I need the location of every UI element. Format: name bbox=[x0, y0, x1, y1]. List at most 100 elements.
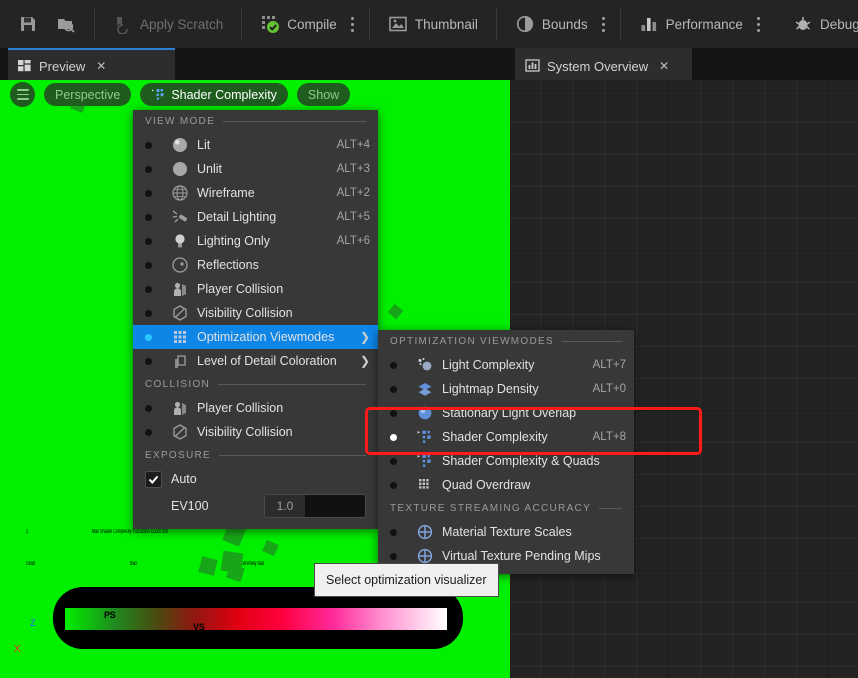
lod-icon-wrap bbox=[171, 352, 197, 370]
menu-item-wireframe[interactable]: Wireframe ALT+2 bbox=[133, 181, 378, 205]
submenu-item-shader-complexity-quads[interactable]: Shader Complexity & Quads bbox=[378, 449, 634, 473]
menu-section-header: OPTIMIZATION VIEWMODES bbox=[378, 330, 634, 353]
save-button[interactable] bbox=[9, 5, 47, 43]
light-complexity-icon-wrap bbox=[416, 356, 442, 374]
menu-section-header: EXPOSURE bbox=[133, 444, 378, 467]
radio-indicator bbox=[390, 552, 416, 560]
auto-exposure-checkbox[interactable] bbox=[145, 470, 171, 488]
menu-section-header: COLLISION bbox=[133, 373, 378, 396]
viewport-shape bbox=[262, 539, 279, 557]
submenu-item-light-complexity[interactable]: Light Complexity ALT+7 bbox=[378, 353, 634, 377]
unlit-sphere-icon bbox=[173, 162, 187, 176]
tab-system-overview-close-icon[interactable]: ✕ bbox=[659, 59, 669, 73]
tab-preview[interactable]: Preview ✕ bbox=[8, 48, 175, 82]
shader-complexity-icon-wrap bbox=[416, 452, 442, 470]
dot bbox=[757, 22, 761, 26]
menu-item-detail-lighting[interactable]: Detail Lighting ALT+5 bbox=[133, 205, 378, 229]
bounds-button[interactable]: Bounds bbox=[506, 5, 597, 43]
menu-item-shortcut: ALT+8 bbox=[592, 431, 626, 443]
menu-item-label: Lit bbox=[197, 138, 211, 152]
toolbar-group-apply: Apply Scratch bbox=[95, 0, 241, 48]
flashlight-icon-wrap bbox=[171, 208, 197, 226]
optimization-grid-icon-wrap bbox=[171, 328, 197, 346]
compile-button[interactable]: Compile bbox=[251, 5, 346, 43]
menu-item-collision-player[interactable]: Player Collision bbox=[133, 396, 378, 420]
bounds-options-button[interactable] bbox=[597, 5, 611, 43]
menu-item-label: Player Collision bbox=[197, 401, 284, 415]
radio-indicator bbox=[145, 428, 171, 436]
reflections-icon-wrap bbox=[171, 256, 197, 274]
ev100-label: EV100 bbox=[171, 499, 209, 513]
menu-item-collision-visibility[interactable]: Visibility Collision bbox=[133, 420, 378, 444]
submenu-item-stationary-light-overlap[interactable]: Stationary Light Overlap bbox=[378, 401, 634, 425]
radio-indicator bbox=[145, 237, 171, 245]
submenu-item-shader-complexity[interactable]: Shader Complexity ALT+8 bbox=[378, 425, 634, 449]
menu-item-optimization-viewmodes[interactable]: Optimization Viewmodes ❯ bbox=[133, 325, 378, 349]
menu-item-label: Optimization Viewmodes bbox=[197, 330, 335, 344]
perspective-button[interactable]: Perspective bbox=[44, 83, 132, 106]
show-label: Show bbox=[307, 87, 340, 102]
radio-indicator bbox=[145, 261, 171, 269]
browse-button[interactable] bbox=[47, 5, 85, 43]
performance-button[interactable]: Performance bbox=[630, 5, 752, 43]
dot bbox=[351, 22, 355, 26]
quad-overdraw-icon bbox=[419, 479, 429, 489]
menu-item-label: Player Collision bbox=[197, 282, 284, 296]
menu-item-auto-exposure[interactable]: Auto bbox=[133, 467, 378, 491]
tab-system-overview-label: System Overview bbox=[547, 58, 649, 74]
shader-complexity-icon bbox=[417, 430, 431, 443]
dot bbox=[757, 16, 761, 20]
viewport-menu-button[interactable] bbox=[10, 82, 35, 107]
submenu-item-material-texture-scales[interactable]: Material Texture Scales bbox=[378, 520, 634, 544]
apply-scratch-button[interactable]: Apply Scratch bbox=[104, 5, 232, 43]
menu-item-label: Lighting Only bbox=[197, 234, 270, 248]
optimization-grid-icon bbox=[174, 331, 186, 343]
optimization-submenu-body: OPTIMIZATION VIEWMODES Light Complexity AL… bbox=[378, 330, 634, 574]
lit-sphere-icon bbox=[173, 138, 187, 152]
menu-item-player-collision[interactable]: Player Collision bbox=[133, 277, 378, 301]
compile-options-button[interactable] bbox=[346, 5, 360, 43]
perspective-label: Perspective bbox=[55, 87, 121, 102]
view-mode-menu[interactable]: VIEW MODE Lit ALT+4 Unlit ALT+3 Wireframe ALT+… bbox=[133, 110, 378, 529]
menu-item-visibility-collision[interactable]: Visibility Collision bbox=[133, 301, 378, 325]
thumbnail-button[interactable]: Thumbnail bbox=[379, 5, 487, 43]
menu-item-lit[interactable]: Lit ALT+4 bbox=[133, 133, 378, 157]
menu-item-shortcut: ALT+3 bbox=[336, 163, 370, 175]
menu-section-label: OPTIMIZATION VIEWMODES bbox=[390, 336, 554, 347]
quad-overdraw-icon-wrap bbox=[416, 476, 442, 494]
optimization-viewmodes-submenu[interactable]: OPTIMIZATION VIEWMODES Light Complexity AL… bbox=[378, 330, 634, 574]
dot bbox=[351, 16, 355, 20]
debug-button[interactable]: Debug bbox=[784, 5, 858, 43]
dot bbox=[602, 28, 606, 32]
menu-item-lighting-only[interactable]: Lighting Only ALT+6 bbox=[133, 229, 378, 253]
shader-complexity-gradient bbox=[65, 608, 447, 630]
viewport-stat-text: Bad bbox=[130, 561, 137, 567]
menu-item-reflections[interactable]: Reflections bbox=[133, 253, 378, 277]
player-collision-icon-wrap bbox=[171, 280, 197, 298]
toolbar-group-file bbox=[0, 0, 94, 48]
performance-icon bbox=[641, 18, 656, 31]
view-mode-button[interactable]: Shader Complexity bbox=[140, 83, 288, 106]
show-button[interactable]: Show bbox=[296, 83, 351, 106]
wireframe-globe-icon-wrap bbox=[171, 184, 197, 202]
ev100-slider[interactable]: 1.0 bbox=[264, 494, 366, 518]
ev100-value: 1.0 bbox=[276, 499, 294, 513]
submenu-item-quad-overdraw[interactable]: Quad Overdraw bbox=[378, 473, 634, 497]
compile-label: Compile bbox=[287, 16, 337, 32]
tab-preview-close-icon[interactable]: ✕ bbox=[96, 59, 106, 73]
menu-item-shortcut: ALT+0 bbox=[592, 383, 626, 395]
player-collision-icon bbox=[174, 282, 186, 296]
unlit-sphere-icon-wrap bbox=[171, 160, 197, 178]
menu-item-level-of-detail-coloration[interactable]: Level of Detail Coloration ❯ bbox=[133, 349, 378, 373]
visibility-collision-icon-wrap bbox=[171, 423, 197, 441]
tab-system-overview[interactable]: System Overview ✕ bbox=[515, 48, 692, 82]
radio-indicator bbox=[145, 333, 171, 341]
submenu-item-lightmap-density[interactable]: Lightmap Density ALT+0 bbox=[378, 377, 634, 401]
performance-options-button[interactable] bbox=[752, 5, 766, 43]
reflections-icon bbox=[172, 257, 188, 273]
legend-marker-vs: VS bbox=[193, 622, 205, 632]
menu-item-unlit[interactable]: Unlit ALT+3 bbox=[133, 157, 378, 181]
axis-label-x: X bbox=[14, 644, 21, 655]
menu-item-label: Shader Complexity bbox=[442, 430, 548, 444]
menu-item-ev100[interactable]: EV100 1.0 bbox=[133, 491, 378, 521]
